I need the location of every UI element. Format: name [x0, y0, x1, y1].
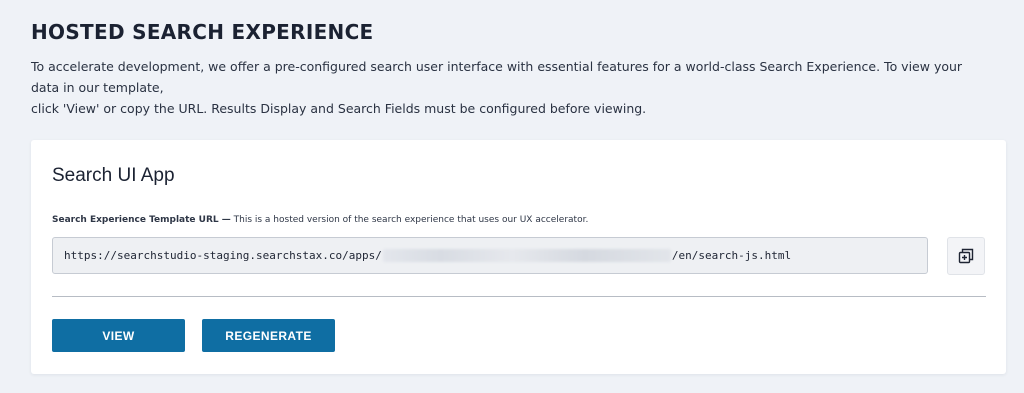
template-url-label-title: Search Experience Template URL — [52, 215, 231, 225]
intro-line: To accelerate development, we offer a pr… [31, 59, 963, 95]
template-url-label: Search Experience Template URL — This is… [52, 215, 588, 225]
page: HOSTED SEARCH EXPERIENCE To accelerate d… [0, 0, 1024, 393]
intro-line: click 'View' or copy the URL. Results Di… [31, 101, 647, 116]
url-suffix: /en/search-js.html [671, 249, 792, 262]
divider [52, 296, 986, 297]
template-url-field[interactable]: https://searchstudio-staging.searchstax.… [52, 237, 928, 274]
card-title: Search UI App [52, 165, 175, 186]
intro-text: To accelerate development, we offer a pr… [31, 56, 991, 119]
copy-icon [958, 248, 974, 264]
url-prefix: https://searchstudio-staging.searchstax.… [64, 249, 382, 262]
page-title: HOSTED SEARCH EXPERIENCE [31, 20, 374, 44]
regenerate-button[interactable]: REGENERATE [202, 319, 335, 352]
view-button[interactable]: VIEW [52, 319, 185, 352]
search-ui-app-card: Search UI App Search Experience Template… [31, 140, 1006, 374]
template-url-label-description: This is a hosted version of the search e… [230, 215, 589, 225]
copy-url-button[interactable] [947, 237, 985, 275]
redacted-app-id [382, 249, 671, 262]
